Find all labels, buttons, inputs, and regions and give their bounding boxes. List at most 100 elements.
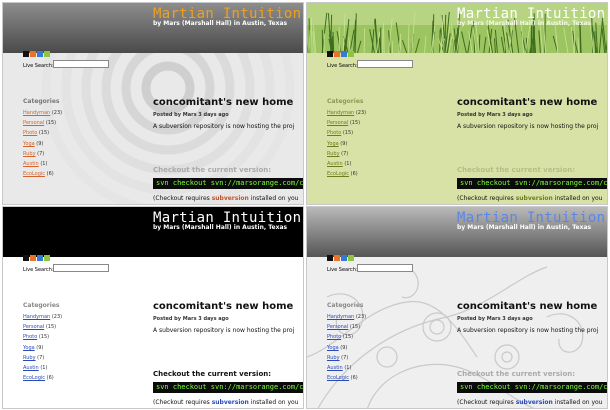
theme-swatch-black[interactable] (327, 255, 333, 261)
category-item: Personal (15) (23, 322, 62, 332)
category-link-austin[interactable]: Austin (23, 365, 39, 371)
category-item: Austin (1) (327, 363, 366, 373)
category-count: (7) (37, 150, 45, 157)
live-search-input[interactable] (357, 264, 413, 272)
category-link-handyman[interactable]: Handyman (327, 110, 354, 116)
checkout-heading: Checkout the current version: (153, 370, 272, 378)
category-link-photo[interactable]: Photo (23, 334, 37, 340)
category-link-yoga[interactable]: Yoga (327, 141, 339, 147)
post-body: A subversion repository is now hosting t… (457, 123, 599, 130)
category-link-photo[interactable]: Photo (327, 334, 341, 340)
categories-heading: Categories (23, 98, 60, 105)
theme-swatch-black[interactable] (23, 51, 29, 57)
subversion-link[interactable]: subversion (212, 195, 249, 202)
category-link-ruby[interactable]: Ruby (327, 151, 340, 157)
live-search-label: Live Search: (23, 63, 54, 69)
note-suffix: installed on you (248, 195, 299, 202)
theme-swatch-blue[interactable] (37, 51, 43, 57)
category-count: (15) (45, 120, 57, 127)
theme-swatch-black[interactable] (23, 255, 29, 261)
live-search-input[interactable] (53, 264, 109, 272)
theme-swatch-orange[interactable] (30, 255, 36, 261)
checkout-heading: Checkout the current version: (457, 166, 576, 174)
category-item: Handyman (23) (23, 312, 62, 322)
category-link-photo[interactable]: Photo (327, 130, 341, 136)
category-count: (6) (350, 171, 358, 178)
category-link-austin[interactable]: Austin (327, 161, 343, 167)
theme-swatch-orange[interactable] (30, 51, 36, 57)
post-title[interactable]: concomitant's new home (153, 301, 293, 312)
theme-switcher (23, 51, 51, 57)
category-count: (7) (341, 354, 349, 361)
category-item: Personal (15) (327, 118, 366, 128)
subversion-link[interactable]: subversion (516, 399, 553, 406)
svn-command: svn checkout svn://marsorange.com/con (153, 178, 303, 189)
theme-swatch-green[interactable] (348, 51, 354, 57)
note-prefix: (Checkout requires (153, 195, 212, 202)
theme-swatch-blue[interactable] (341, 51, 347, 57)
category-item: Ruby (7) (327, 149, 366, 159)
category-item: EcoLogic (6) (327, 373, 366, 383)
category-link-photo[interactable]: Photo (23, 130, 37, 136)
category-count: (15) (342, 130, 354, 137)
category-link-ruby[interactable]: Ruby (23, 151, 36, 157)
category-link-ecologic[interactable]: EcoLogic (23, 171, 45, 177)
note-prefix: (Checkout requires (153, 399, 212, 406)
post-meta: Posted by Mars 3 days ago (153, 316, 229, 322)
theme-swatch-black[interactable] (327, 51, 333, 57)
category-link-austin[interactable]: Austin (327, 365, 343, 371)
category-link-ecologic[interactable]: EcoLogic (23, 375, 45, 381)
live-search-input[interactable] (53, 60, 109, 68)
categories-list: Handyman (23) Personal (15) Photo (15) Yoga… (23, 108, 62, 179)
post-title[interactable]: concomitant's new home (153, 97, 293, 108)
note-suffix: installed on you (552, 195, 603, 202)
categories-heading: Categories (327, 302, 364, 309)
category-count: (15) (342, 334, 354, 341)
post-title[interactable]: concomitant's new home (457, 301, 597, 312)
category-link-ruby[interactable]: Ruby (327, 355, 340, 361)
category-count: (23) (355, 110, 367, 116)
category-count: (7) (37, 354, 45, 361)
live-search-input[interactable] (357, 60, 413, 68)
category-link-handyman[interactable]: Handyman (23, 314, 50, 320)
theme-swatch-blue[interactable] (341, 255, 347, 261)
category-item: Ruby (7) (23, 149, 62, 159)
category-link-personal[interactable]: Personal (327, 324, 348, 330)
site-byline: by Mars (Marshall Hall) in Austin, Texas (457, 20, 592, 27)
category-link-yoga[interactable]: Yoga (23, 345, 35, 351)
post-title[interactable]: concomitant's new home (457, 97, 597, 108)
category-count: (15) (38, 130, 50, 137)
category-link-ruby[interactable]: Ruby (23, 355, 36, 361)
subversion-link[interactable]: subversion (212, 399, 249, 406)
theme-swatch-orange[interactable] (334, 51, 340, 57)
category-link-handyman[interactable]: Handyman (327, 314, 354, 320)
category-count: (15) (45, 324, 57, 331)
theme-swatch-green[interactable] (348, 255, 354, 261)
checkout-note: (Checkout requires subversion installed … (153, 399, 298, 406)
theme-swatch-blue[interactable] (37, 255, 43, 261)
category-link-handyman[interactable]: Handyman (23, 110, 50, 116)
category-item: EcoLogic (6) (23, 169, 62, 179)
category-count: (1) (344, 161, 352, 168)
note-prefix: (Checkout requires (457, 399, 516, 406)
theme-swatch-green[interactable] (44, 51, 50, 57)
category-link-yoga[interactable]: Yoga (23, 141, 35, 147)
theme-swatch-green[interactable] (44, 255, 50, 261)
grass-blade (363, 28, 365, 53)
category-link-personal[interactable]: Personal (327, 120, 348, 126)
theme-swatch-orange[interactable] (334, 255, 340, 261)
subversion-link[interactable]: subversion (516, 195, 553, 202)
category-count: (9) (36, 140, 44, 147)
category-link-personal[interactable]: Personal (23, 324, 44, 330)
live-search-label: Live Search: (23, 267, 54, 273)
category-link-austin[interactable]: Austin (23, 161, 39, 167)
categories-list: Handyman (23) Personal (15) Photo (15) Yoga… (23, 312, 62, 383)
category-link-personal[interactable]: Personal (23, 120, 44, 126)
category-count: (6) (350, 375, 358, 382)
category-item: Personal (15) (327, 322, 366, 332)
category-link-ecologic[interactable]: EcoLogic (327, 171, 349, 177)
theme-switcher (327, 255, 355, 261)
category-link-ecologic[interactable]: EcoLogic (327, 375, 349, 381)
post-body: A subversion repository is now hosting t… (153, 327, 295, 334)
category-link-yoga[interactable]: Yoga (327, 345, 339, 351)
